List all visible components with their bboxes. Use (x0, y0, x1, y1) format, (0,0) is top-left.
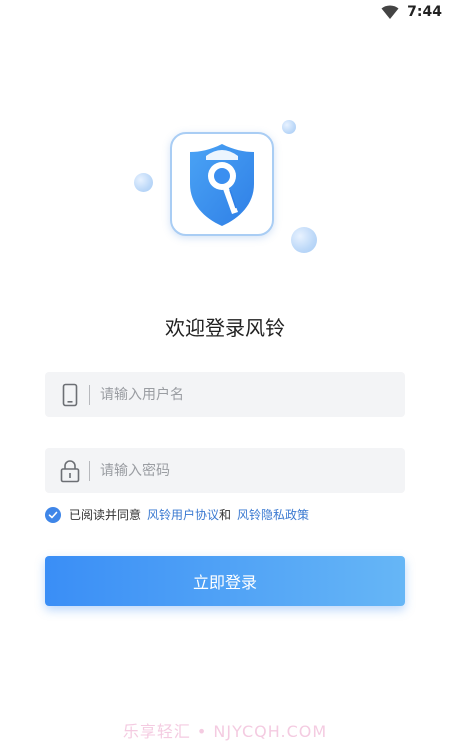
agreement-joiner: 和 (219, 508, 232, 522)
page-title: 欢迎登录风铃 (165, 316, 285, 340)
phone-icon (59, 382, 81, 408)
decor-bubble-top (282, 120, 296, 134)
app-logo (170, 132, 274, 236)
shield-search-icon (190, 144, 254, 226)
password-field[interactable] (45, 448, 405, 493)
field-divider (89, 384, 90, 405)
field-divider (89, 460, 90, 481)
decor-bubble-left (134, 173, 153, 192)
lock-icon (59, 458, 81, 484)
user-agreement-link[interactable]: 风铃用户协议 (147, 506, 219, 523)
password-input[interactable] (98, 461, 392, 480)
agreement-prefix: 已阅读并同意 (69, 508, 142, 522)
decor-bubble-bottom (291, 227, 317, 253)
hero-area (0, 0, 450, 300)
watermark-text: 乐享轻汇 • NJYCQH.COM (122, 722, 328, 741)
privacy-policy-link[interactable]: 风铃隐私政策 (237, 506, 309, 523)
login-button[interactable]: 立即登录 (45, 556, 405, 606)
username-field[interactable] (45, 372, 405, 417)
agreement-row: 已阅读并同意 风铃用户协议 和 风铃隐私政策 (45, 506, 309, 523)
agreement-checkbox[interactable] (45, 506, 61, 523)
check-icon (48, 511, 58, 518)
username-input[interactable] (98, 385, 392, 404)
